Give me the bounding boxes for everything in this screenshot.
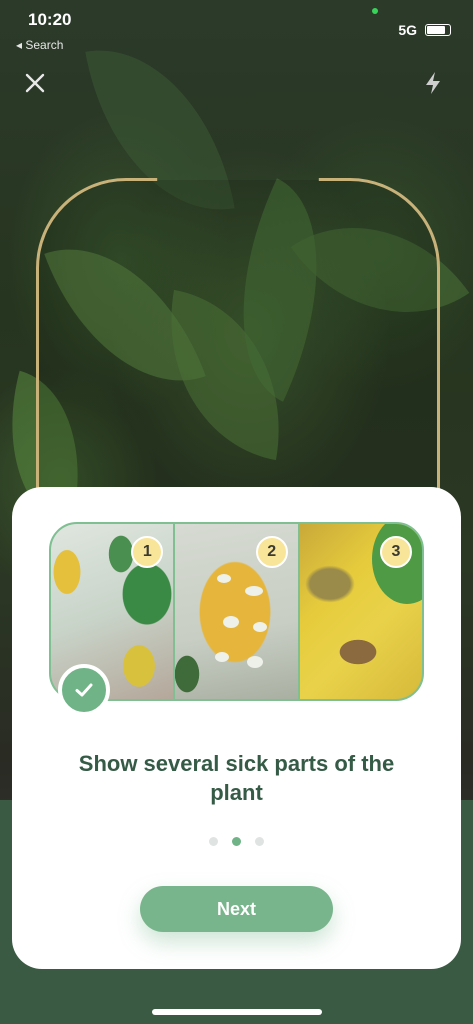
- photo-number-badge: 2: [255, 536, 288, 568]
- leaf-hole: [253, 622, 268, 632]
- check-icon: [58, 664, 110, 716]
- status-time: 10:20: [28, 10, 72, 29]
- example-photo-3: 3: [299, 524, 422, 699]
- battery-icon: [425, 24, 451, 36]
- instruction-title: Show several sick parts of the plant: [78, 751, 395, 805]
- status-icons: 5G: [398, 22, 451, 38]
- leaf-hole: [215, 652, 230, 662]
- leaf-hole: [247, 656, 264, 668]
- page-dot-1[interactable]: [209, 837, 218, 846]
- home-indicator[interactable]: [152, 1009, 322, 1015]
- leaf-hole: [245, 586, 264, 596]
- flash-icon[interactable]: [422, 70, 444, 96]
- page-dot-2-active[interactable]: [232, 837, 241, 846]
- next-button[interactable]: Next: [140, 886, 333, 932]
- photo-number-badge: 3: [379, 536, 412, 568]
- page-dot-3[interactable]: [255, 837, 264, 846]
- photo-number-badge: 1: [131, 536, 164, 568]
- close-icon[interactable]: [22, 70, 48, 96]
- back-to-search-link[interactable]: ◂ Search: [16, 38, 63, 52]
- privacy-indicator: [372, 8, 378, 14]
- network-label: 5G: [398, 22, 417, 38]
- example-photo-2: 2: [175, 524, 298, 699]
- tips-card: 1 2 3 Show several sick parts of the pla…: [12, 487, 461, 969]
- page-indicator: [12, 837, 461, 846]
- leaf-hole: [217, 574, 232, 583]
- leaf-hole: [223, 616, 240, 628]
